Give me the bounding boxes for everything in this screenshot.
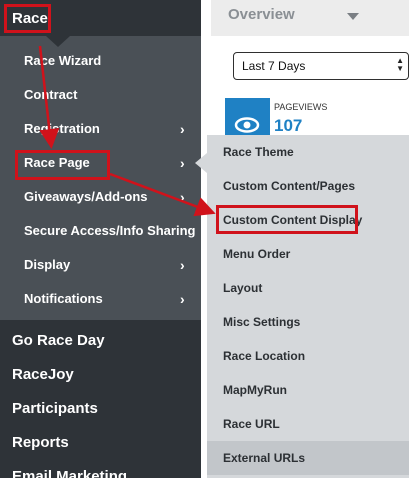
arrow-race-to-race-page: [38, 45, 60, 149]
annotation-arrows: [38, 45, 216, 217]
arrow-race-page-to-custom-content-display: [109, 172, 216, 217]
